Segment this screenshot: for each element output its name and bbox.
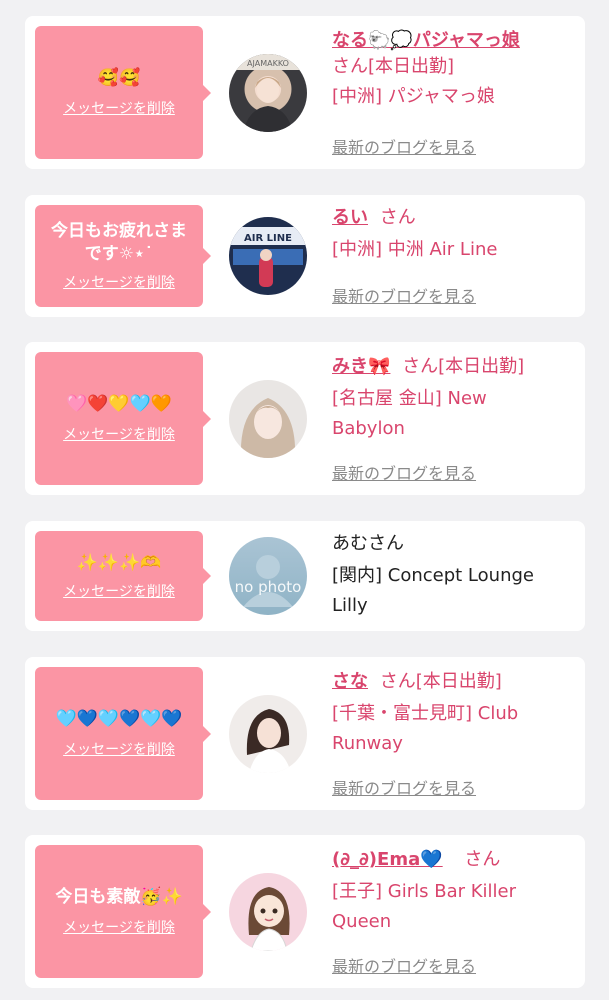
delete-message-link[interactable]: メッセージを削除 bbox=[63, 424, 175, 444]
shop-label: [関内] Concept Lounge Lilly bbox=[332, 565, 534, 616]
shop-label: [中洲] パジャマっ娘 bbox=[332, 86, 495, 107]
delete-message-link[interactable]: メッセージを削除 bbox=[63, 98, 175, 118]
cast-suffix: さん[本日出勤] bbox=[402, 356, 525, 377]
cast-name-link[interactable]: みき🎀 bbox=[332, 356, 390, 377]
avatar[interactable]: AJAMAKKO bbox=[229, 54, 307, 132]
cast-suffix: さん[本日出勤] bbox=[379, 671, 502, 692]
shop-label: [千葉・富士見町] Club Runway bbox=[332, 703, 519, 754]
message-bubble: 🩵💙🩵💙🩵💙 メッセージを削除 bbox=[35, 667, 211, 800]
message-bubble: 今日も素敵🥳✨ メッセージを削除 bbox=[35, 845, 211, 978]
message-card: 今日もお疲れさま です☼⋆˙ メッセージを削除 AIR LINE るい さん [… bbox=[25, 195, 585, 317]
avatar[interactable] bbox=[229, 873, 307, 951]
cast-suffix: さん[本日出勤] bbox=[332, 56, 455, 77]
card-info: (∂_∂)Ema💙 さん [王子] Girls Bar Killer Queen bbox=[332, 847, 573, 937]
blog-link[interactable]: 最新のブログを見る bbox=[332, 134, 476, 158]
cast-suffix: さん bbox=[379, 207, 416, 228]
cast-name-link[interactable]: なる🐑💭パジャマっ娘 bbox=[332, 30, 520, 51]
message-bubble: 🩷❤️💛🩵🧡 メッセージを削除 bbox=[35, 352, 211, 485]
message-card: ✨✨✨🫶 メッセージを削除 no photo あむさん [関内] Concept… bbox=[25, 521, 585, 631]
card-info: さな さん[本日出勤] [千葉・富士見町] Club Runway bbox=[332, 669, 573, 759]
avatar[interactable]: no photo bbox=[229, 537, 307, 615]
blog-link[interactable]: 最新のブログを見る bbox=[332, 953, 476, 977]
delete-message-link[interactable]: メッセージを削除 bbox=[63, 581, 175, 601]
card-info: なる🐑💭パジャマっ娘 さん[本日出勤] [中洲] パジャマっ娘 bbox=[332, 28, 573, 112]
cast-line: (∂_∂)Ema💙 さん bbox=[332, 847, 573, 873]
card-info: あむさん [関内] Concept Lounge Lilly bbox=[332, 531, 573, 621]
message-text: ✨✨✨🫶 bbox=[76, 552, 162, 573]
avatar-photo: AJAMAKKO bbox=[229, 54, 307, 132]
message-card: 🩵💙🩵💙🩵💙 メッセージを削除 さな さん[本日出勤] [千葉・富士見町] Cl… bbox=[25, 657, 585, 810]
avatar[interactable] bbox=[229, 695, 307, 773]
avatar-photo: AIR LINE bbox=[229, 227, 307, 287]
cast-line: るい さん bbox=[332, 205, 573, 231]
message-card: 🥰🥰 メッセージを削除 AJAMAKKO なる🐑💭パジャマっ娘 さん[本日出勤]… bbox=[25, 16, 585, 169]
message-text: 🩵💙🩵💙🩵💙 bbox=[55, 709, 183, 729]
card-info: るい さん [中洲] 中洲 Air Line bbox=[332, 205, 573, 265]
message-card: 🩷❤️💛🩵🧡 メッセージを削除 みき🎀 さん[本日出勤] [名古屋 金山] Ne… bbox=[25, 342, 585, 495]
avatar-photo: no photo bbox=[235, 555, 302, 607]
delete-message-link[interactable]: メッセージを削除 bbox=[63, 917, 175, 937]
message-text: 今日もお疲れさま です☼⋆˙ bbox=[51, 221, 187, 264]
cast-line: なる🐑💭パジャマっ娘 さん[本日出勤] bbox=[332, 28, 573, 80]
card-info: みき🎀 さん[本日出勤] [名古屋 金山] New Babylon bbox=[332, 354, 573, 444]
message-text: 今日も素敵🥳✨ bbox=[55, 887, 183, 907]
cast-line: あむさん bbox=[332, 531, 573, 557]
message-card: 今日も素敵🥳✨ メッセージを削除 (∂_∂)Ema💙 さん [王子] Girls… bbox=[25, 835, 585, 988]
message-bubble: 🥰🥰 メッセージを削除 bbox=[35, 26, 211, 159]
delete-message-link[interactable]: メッセージを削除 bbox=[63, 272, 175, 292]
blog-link[interactable]: 最新のブログを見る bbox=[332, 775, 476, 799]
blog-link[interactable]: 最新のブログを見る bbox=[332, 283, 476, 307]
shop-label: [中洲] 中洲 Air Line bbox=[332, 239, 498, 260]
avatar-photo bbox=[246, 709, 291, 773]
avatar-logo-text: AIR LINE bbox=[244, 233, 292, 244]
shop-label: [名古屋 金山] New Babylon bbox=[332, 388, 487, 439]
message-text: 🥰🥰 bbox=[97, 68, 141, 88]
message-text: 🩷❤️💛🩵🧡 bbox=[66, 394, 172, 414]
avatar-logo-text: AJAMAKKO bbox=[247, 59, 289, 68]
cast-name: あむさん bbox=[332, 533, 404, 554]
cast-name-link[interactable]: るい bbox=[332, 207, 368, 228]
delete-message-link[interactable]: メッセージを削除 bbox=[63, 739, 175, 759]
avatar-placeholder-text: no photo bbox=[235, 578, 302, 596]
shop-label: [王子] Girls Bar Killer Queen bbox=[332, 881, 516, 932]
cast-line: みき🎀 さん[本日出勤] bbox=[332, 354, 573, 380]
message-bubble: ✨✨✨🫶 メッセージを削除 bbox=[35, 531, 211, 621]
avatar[interactable] bbox=[229, 380, 307, 458]
avatar[interactable]: AIR LINE bbox=[229, 217, 307, 295]
avatar-photo bbox=[248, 887, 290, 951]
blog-link[interactable]: 最新のブログを見る bbox=[332, 460, 476, 484]
cast-line: さな さん[本日出勤] bbox=[332, 669, 573, 695]
cast-suffix: さん bbox=[464, 849, 501, 870]
cast-name-link[interactable]: さな bbox=[332, 671, 368, 692]
avatar-photo bbox=[240, 398, 296, 458]
message-bubble: 今日もお疲れさま です☼⋆˙ メッセージを削除 bbox=[35, 205, 211, 307]
cast-name-link[interactable]: (∂_∂)Ema💙 bbox=[332, 849, 443, 870]
